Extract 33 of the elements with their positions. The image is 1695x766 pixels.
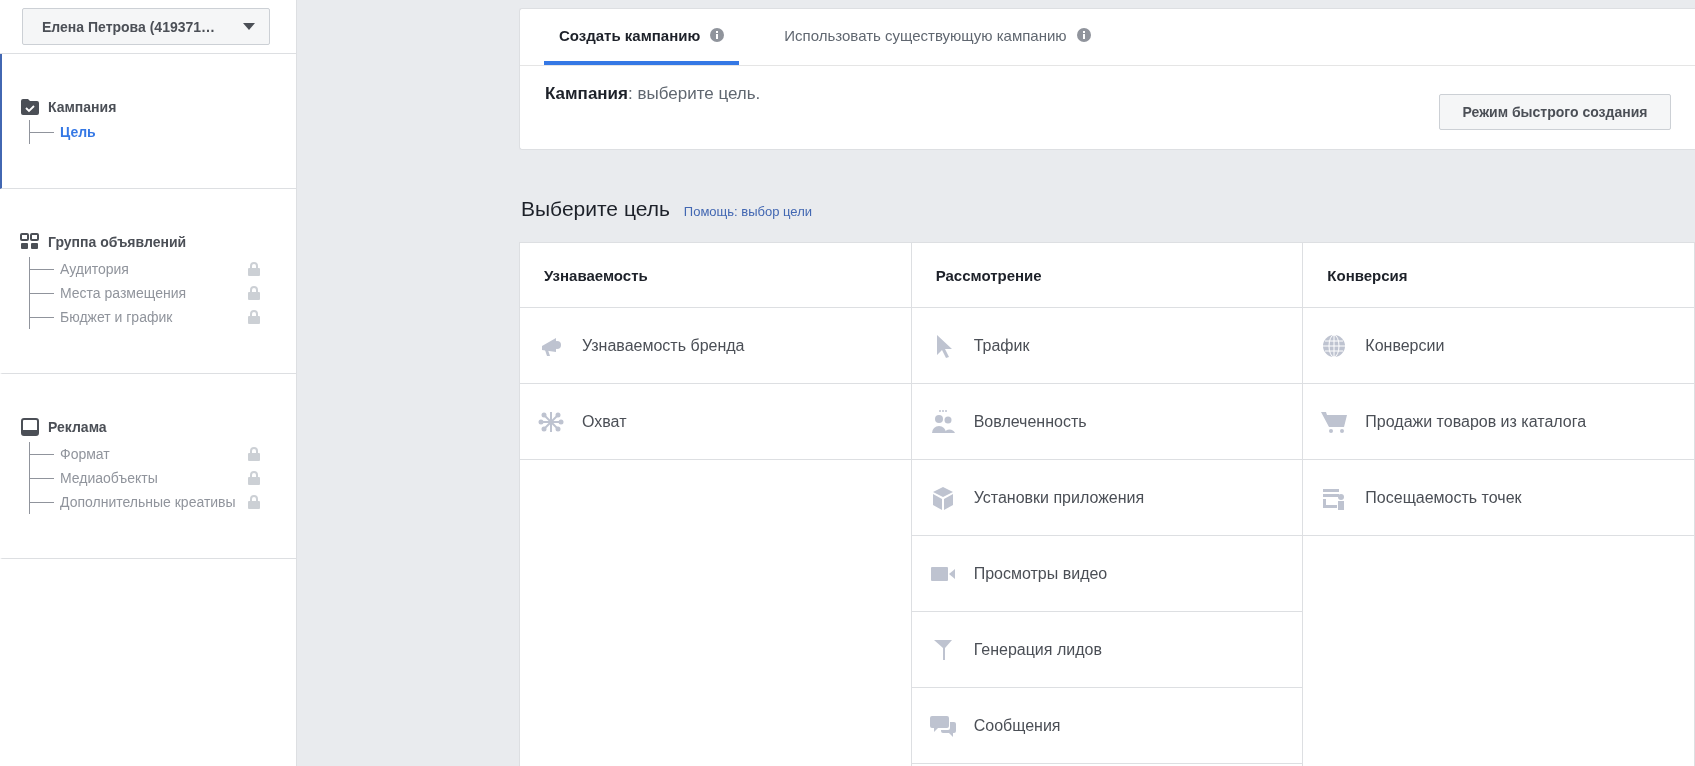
info-icon <box>1076 28 1091 42</box>
sidebar-section-title[interactable]: Группа объявлений <box>48 234 187 250</box>
info-icon <box>710 28 725 42</box>
objective-option[interactable]: Охват <box>520 384 911 460</box>
column-header: Узнаваемость <box>520 243 911 308</box>
quick-create-button[interactable]: Режим быстрого создания <box>1439 94 1671 130</box>
objective-option[interactable]: Посещаемость точек <box>1303 460 1694 536</box>
account-dropdown[interactable]: Елена Петрова (419371… <box>22 8 270 45</box>
objective-option[interactable]: Сообщения <box>911 688 1303 764</box>
help-link[interactable]: Помощь: выбор цели <box>683 204 812 219</box>
campaign-status-text: Кампания: выберите цель. <box>545 84 761 104</box>
sidebar-section-title[interactable]: Реклама <box>48 419 107 435</box>
column-header: Рассмотрение <box>911 243 1303 308</box>
objective-option[interactable]: Вовлеченность <box>911 384 1303 460</box>
people-icon <box>929 408 956 435</box>
objective-option[interactable]: Продажи товаров из каталога <box>1303 384 1694 460</box>
column-header: Конверсия <box>1303 243 1694 308</box>
folder-check-icon <box>20 98 40 116</box>
tab[interactable]: Создать кампанию <box>544 9 740 65</box>
sidebar-section-title[interactable]: Кампания <box>48 99 117 115</box>
objective-option[interactable]: Просмотры видео <box>911 536 1303 612</box>
objective-option[interactable]: Установки приложения <box>911 460 1303 536</box>
objective-option[interactable]: Генерация лидов <box>911 612 1303 688</box>
section-heading: Выберите цель <box>521 197 670 221</box>
grid-icon <box>20 233 40 251</box>
caret-icon <box>243 23 255 30</box>
tablet-icon <box>20 418 40 436</box>
globe-icon <box>1321 332 1348 359</box>
objective-option[interactable]: Трафик <box>911 308 1303 384</box>
objective-option[interactable]: Конверсии <box>1303 308 1694 384</box>
tab[interactable]: Использовать существующую кампанию <box>769 9 1106 65</box>
sidebar-item[interactable]: Цель <box>60 124 96 140</box>
objective-option[interactable]: Узнаваемость бренда <box>520 308 911 384</box>
